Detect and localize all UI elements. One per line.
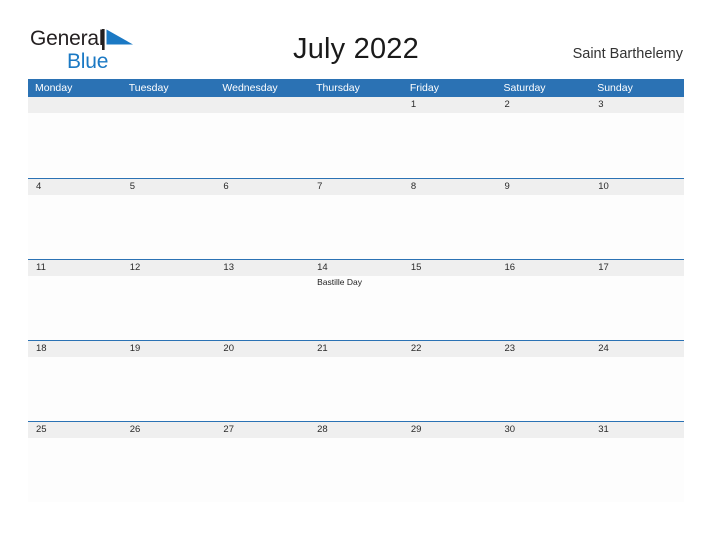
day-cell-10[interactable] (590, 195, 684, 259)
weekday-header-friday: Friday (409, 82, 439, 94)
day-cell-13[interactable] (215, 276, 309, 340)
day-cell-12[interactable] (122, 276, 216, 340)
calendar-week-row: 11 12 13 14 15 16 17 Bastille Day (28, 259, 684, 341)
day-cell-16[interactable] (497, 276, 591, 340)
calendar-week-row: 123 (28, 97, 684, 178)
day-number-26[interactable]: 26 (122, 422, 216, 438)
day-number-15[interactable]: 15 (403, 260, 497, 276)
day-number-23[interactable]: 23 (497, 341, 591, 357)
week-event-band (28, 357, 684, 422)
day-number-13[interactable]: 13 (215, 260, 309, 276)
day-cell-28[interactable] (309, 438, 403, 502)
day-number-28[interactable]: 28 (309, 422, 403, 438)
day-number-6[interactable]: 6 (215, 179, 309, 195)
day-number-3[interactable]: 3 (590, 97, 684, 113)
weekday-header-tuesday: Tuesday (128, 82, 169, 94)
week-event-band (28, 438, 684, 503)
day-cell-27[interactable] (215, 438, 309, 502)
day-cell-6[interactable] (215, 195, 309, 259)
day-cell-empty (309, 113, 403, 177)
day-number-30[interactable]: 30 (497, 422, 591, 438)
calendar-week-row: 4 5 6 7 8 9 10 (28, 178, 684, 260)
day-number-5[interactable]: 5 (122, 179, 216, 195)
day-cell-31[interactable] (590, 438, 684, 502)
weekday-header-wednesday: Wednesday (222, 82, 278, 94)
day-cell-8[interactable] (403, 195, 497, 259)
day-number-7[interactable]: 7 (309, 179, 403, 195)
day-number-4[interactable]: 4 (28, 179, 122, 195)
week-event-band (28, 113, 684, 177)
calendar-weeks: 1 2 3 4 5 6 7 8 9 10 11 12 13 14 15 16 17 Bastille Day 18 1… (28, 97, 684, 503)
week-event-band: Bastille Day (28, 276, 684, 341)
day-number-empty (309, 97, 403, 113)
weekday-header-saturday: Saturday (503, 82, 546, 94)
week-date-band: 25 26 27 28 29 30 31 (28, 421, 684, 439)
day-cell-18[interactable] (28, 357, 122, 421)
day-number-22[interactable]: 22 (403, 341, 497, 357)
day-number-2[interactable]: 2 (497, 97, 591, 113)
calendar-week-row: 25 26 27 28 29 30 31 (28, 421, 684, 503)
day-cell-25[interactable] (28, 438, 122, 502)
day-number-25[interactable]: 25 (28, 422, 122, 438)
calendar-week-row: 18 19 20 21 22 23 24 (28, 340, 684, 422)
calendar-grid: Monday Tuesday Wednesday Thursday Friday Satu… (28, 79, 684, 503)
day-number-empty (215, 97, 309, 113)
day-cell-9[interactable] (497, 195, 591, 259)
day-number-12[interactable]: 12 (122, 260, 216, 276)
day-cell-3[interactable] (590, 113, 684, 177)
day-number-1[interactable]: 1 (403, 97, 497, 113)
day-cell-5[interactable] (122, 195, 216, 259)
day-cell-26[interactable] (122, 438, 216, 502)
day-number-21[interactable]: 21 (309, 341, 403, 357)
day-number-20[interactable]: 20 (215, 341, 309, 357)
week-date-band: 18 19 20 21 22 23 24 (28, 340, 684, 358)
day-cell-22[interactable] (403, 357, 497, 421)
day-number-empty (122, 97, 216, 113)
day-number-14[interactable]: 14 (309, 260, 403, 276)
day-number-empty (28, 97, 122, 113)
day-cell-15[interactable] (403, 276, 497, 340)
day-cell-14[interactable]: Bastille Day (309, 276, 403, 340)
day-cell-11[interactable] (28, 276, 122, 340)
day-number-24[interactable]: 24 (590, 341, 684, 357)
page-header: General Blue July 2022 Saint Barthelemy (0, 0, 712, 79)
day-number-17[interactable]: 17 (590, 260, 684, 276)
day-cell-empty (122, 113, 216, 177)
day-number-10[interactable]: 10 (590, 179, 684, 195)
weekday-header-thursday: Thursday (316, 82, 360, 94)
day-cell-1[interactable] (403, 113, 497, 177)
day-cell-21[interactable] (309, 357, 403, 421)
day-cell-19[interactable] (122, 357, 216, 421)
day-cell-2[interactable] (497, 113, 591, 177)
day-number-29[interactable]: 29 (403, 422, 497, 438)
day-number-31[interactable]: 31 (590, 422, 684, 438)
day-number-11[interactable]: 11 (28, 260, 122, 276)
day-cell-7[interactable] (309, 195, 403, 259)
weekday-header-sunday: Sunday (597, 82, 633, 94)
region-label: Saint Barthelemy (572, 46, 683, 62)
day-number-18[interactable]: 18 (28, 341, 122, 357)
day-number-8[interactable]: 8 (403, 179, 497, 195)
day-cell-empty (28, 113, 122, 177)
calendar-event: Bastille Day (317, 277, 362, 288)
day-cell-17[interactable] (590, 276, 684, 340)
day-number-9[interactable]: 9 (497, 179, 591, 195)
day-cell-29[interactable] (403, 438, 497, 502)
day-cell-empty (215, 113, 309, 177)
weekday-header-monday: Monday (35, 82, 73, 94)
day-cell-30[interactable] (497, 438, 591, 502)
weekday-header-row: Monday Tuesday Wednesday Thursday Friday Satu… (28, 79, 684, 97)
day-cell-4[interactable] (28, 195, 122, 259)
day-cell-23[interactable] (497, 357, 591, 421)
week-event-band (28, 195, 684, 260)
day-cell-20[interactable] (215, 357, 309, 421)
week-date-band: 4 5 6 7 8 9 10 (28, 178, 684, 196)
day-number-19[interactable]: 19 (122, 341, 216, 357)
day-cell-24[interactable] (590, 357, 684, 421)
day-number-16[interactable]: 16 (497, 260, 591, 276)
day-number-27[interactable]: 27 (215, 422, 309, 438)
week-date-band: 11 12 13 14 15 16 17 (28, 259, 684, 277)
week-date-band: 123 (28, 97, 684, 113)
